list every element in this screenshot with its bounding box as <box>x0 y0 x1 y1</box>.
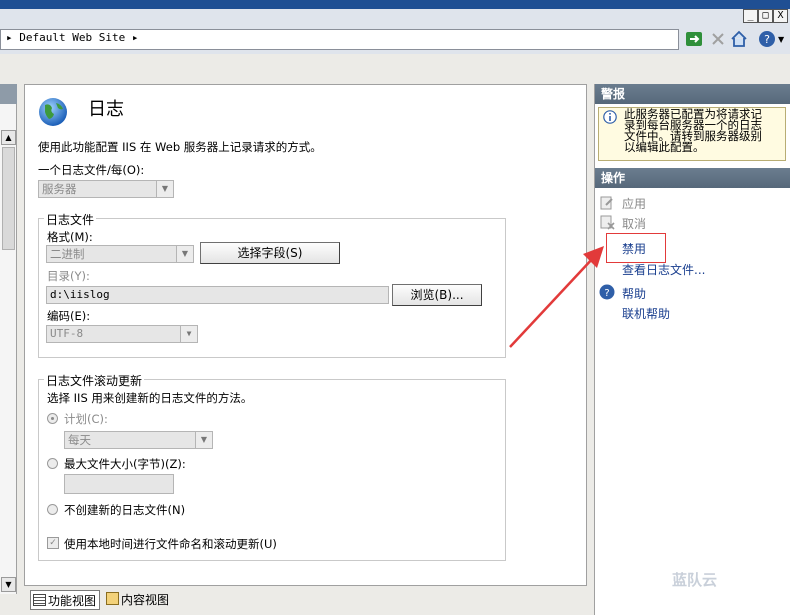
apply-icon <box>600 196 613 210</box>
feature-description: 使用此功能配置 IIS 在 Web 服务器上记录请求的方式。 <box>38 140 322 154</box>
schedule-value: 每天 <box>68 433 91 447</box>
online-help-action[interactable]: 联机帮助 <box>622 305 670 322</box>
watermark-logo: 蓝队云 <box>672 571 718 589</box>
stop-icon[interactable] <box>709 30 727 48</box>
svg-text:?: ? <box>764 33 770 46</box>
encoding-label: 编码(E): <box>47 309 91 323</box>
tab-content-view[interactable]: 内容视图 <box>104 590 176 610</box>
globe-icon <box>39 98 67 126</box>
close-button[interactable]: X <box>773 9 788 23</box>
page-title: 日志 <box>88 99 124 120</box>
schedule-select[interactable]: 每天 ▼ <box>64 431 213 449</box>
content-view-icon <box>106 592 119 605</box>
annotation-arrow <box>509 246 604 348</box>
schedule-label: 计划(C): <box>64 412 108 426</box>
maximize-button[interactable]: □ <box>758 9 773 23</box>
one-log-file-value: 服务器 <box>42 182 77 196</box>
max-size-radio[interactable] <box>47 458 58 469</box>
cancel-action[interactable]: 取消 <box>622 215 646 232</box>
title-bar <box>0 0 790 26</box>
actions-header: 操作 <box>595 168 790 188</box>
refresh-icon[interactable] <box>685 30 703 48</box>
format-label: 格式(M): <box>47 230 93 244</box>
alerts-header: 警报 <box>595 84 790 104</box>
chevron-down-icon: ▼ <box>156 181 173 197</box>
local-time-checkbox[interactable]: ✓ <box>47 537 59 549</box>
browse-button[interactable]: 浏览(B)... <box>392 284 482 306</box>
actions-pane <box>594 84 790 615</box>
scroll-up-button[interactable]: ▲ <box>1 130 16 145</box>
scrollbar-thumb[interactable] <box>2 147 15 250</box>
connections-header <box>0 84 17 104</box>
features-view-icon <box>33 594 46 606</box>
no-new-file-radio[interactable] <box>47 504 58 515</box>
one-log-file-label: 一个日志文件/每(O): <box>38 163 145 177</box>
max-size-label: 最大文件大小(字节)(Z): <box>64 457 186 471</box>
schedule-radio[interactable] <box>47 413 58 424</box>
scroll-down-button[interactable]: ▼ <box>1 577 16 592</box>
no-new-file-label: 不创建新的日志文件(N) <box>64 503 186 517</box>
minimize-button[interactable]: _ <box>743 9 758 23</box>
view-log-files-action[interactable]: 查看日志文件... <box>622 261 705 278</box>
one-log-file-select[interactable]: 服务器 ▼ <box>38 180 174 198</box>
info-icon <box>603 110 617 124</box>
help-action[interactable]: 帮助 <box>622 285 646 302</box>
select-fields-button[interactable]: 选择字段(S) <box>200 242 340 264</box>
tab-features-view[interactable]: 功能视图 <box>30 590 100 610</box>
rollover-group-title: 日志文件滚动更新 <box>44 372 145 389</box>
tab-content-label: 内容视图 <box>121 593 170 607</box>
chevron-down-icon: ▼ <box>176 246 193 262</box>
format-value: 二进制 <box>50 247 85 261</box>
alert-message: 此服务器已配置为将请求记 录到每台服务器一个的日志 文件中。请转到服务器级别 以… <box>624 108 762 154</box>
home-icon[interactable] <box>730 30 748 48</box>
chevron-down-icon: ▼ <box>195 432 212 448</box>
cancel-icon <box>600 215 615 230</box>
chevron-down-icon: ▼ <box>180 326 197 342</box>
local-time-label: 使用本地时间进行文件命名和滚动更新(U) <box>64 537 277 551</box>
annotation-highlight-box <box>606 233 666 263</box>
log-file-group-title: 日志文件 <box>44 211 97 228</box>
directory-input[interactable]: d:\iislog <box>46 286 389 304</box>
max-size-input[interactable] <box>64 474 174 494</box>
apply-action[interactable]: 应用 <box>622 195 646 212</box>
directory-label: 目录(Y): <box>47 269 90 283</box>
chevron-down-icon[interactable]: ▼ <box>778 35 784 44</box>
help-icon[interactable]: ? <box>758 30 776 48</box>
format-select[interactable]: 二进制 ▼ <box>46 245 194 263</box>
encoding-select[interactable]: UTF-8 ▼ <box>46 325 198 343</box>
alert-line: 以编辑此配置。 <box>624 140 705 154</box>
tab-features-label: 功能视图 <box>48 594 97 608</box>
rollover-description: 选择 IIS 用来创建新的日志文件的方法。 <box>47 391 253 405</box>
breadcrumb[interactable]: ▸ Default Web Site ▸ <box>6 31 138 44</box>
encoding-value: UTF-8 <box>50 327 84 340</box>
